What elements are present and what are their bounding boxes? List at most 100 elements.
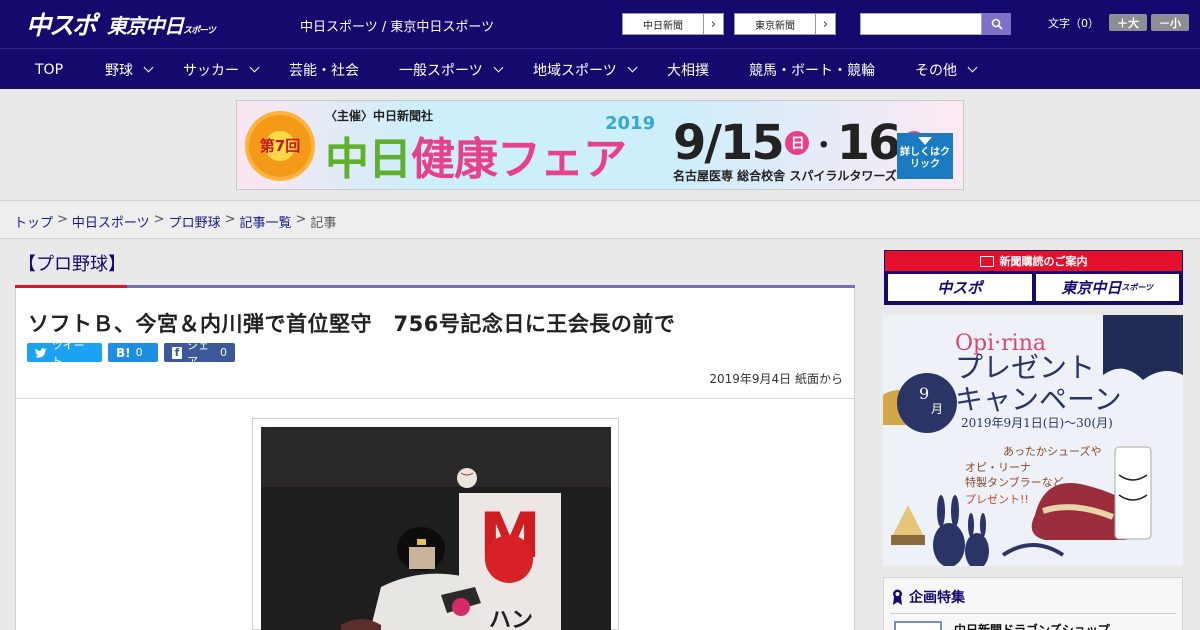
article-photo-frame: M ハン <box>252 418 619 630</box>
banner-host: 〈主催〉中日新聞社 <box>325 109 434 123</box>
ad-month: 9 <box>919 384 929 403</box>
tweet-button[interactable]: ツイート <box>27 339 102 368</box>
flower-badge-icon: 第7回 <box>245 111 315 181</box>
newspaper-icon <box>979 255 994 267</box>
facebook-icon: f <box>172 346 183 359</box>
feature-header: 企画特集 <box>892 587 965 607</box>
search-button[interactable] <box>982 13 1011 35</box>
search-icon <box>991 18 1003 30</box>
nav-item-sumo[interactable]: 大相撲 <box>667 49 709 90</box>
subscription-header: 新聞購読のご案内 <box>885 251 1182 271</box>
feature-thumbnail <box>894 621 942 630</box>
subscribe-tokyo-chunichi-button[interactable]: 東京中日 スポーツ <box>1035 274 1179 301</box>
banner-title: 中日健康フェア <box>325 134 627 185</box>
chunichi-shimbun-link[interactable]: 中日新聞 › <box>622 13 724 35</box>
ad-text-3: 特製タンブラーなど <box>965 475 1064 489</box>
top-header: 中スポ 東京中日スポーツ 中日スポーツ / 東京中日スポーツ 中日新聞 › 東京… <box>0 0 1200 48</box>
nav-item-other[interactable]: その他 <box>915 49 978 90</box>
ad-text-4: プレゼント!! <box>965 493 1029 506</box>
font-smaller-button[interactable]: －小 <box>1151 14 1189 31</box>
subscribe-chuspo-button[interactable]: 中スポ <box>888 274 1032 301</box>
breadcrumb-pro-baseball[interactable]: プロ野球 <box>169 212 221 231</box>
ribbon-badge-icon <box>893 589 902 605</box>
nav-item-top[interactable]: TOP <box>35 49 63 90</box>
facebook-share-button[interactable]: f シェア 0 <box>164 339 235 368</box>
batter-photo-illustration: M ハン <box>261 427 611 630</box>
search-form <box>860 13 1011 35</box>
feature-section: 企画特集 中日新聞ドラゴンズショップ <box>883 577 1183 630</box>
nav-item-baseball[interactable]: 野球 <box>105 49 154 90</box>
breadcrumb-current: 記事 <box>310 216 337 231</box>
category-heading: 【プロ野球】 <box>18 254 126 275</box>
site-name: 中日スポーツ / 東京中日スポーツ <box>300 20 495 35</box>
chevron-down-icon <box>967 62 978 73</box>
logo-chuspo: 中スポ <box>26 11 97 40</box>
chevron-right-icon: › <box>703 14 723 34</box>
ad-title-1: プレゼント <box>955 351 1095 384</box>
divider <box>16 398 854 399</box>
chevron-down-icon <box>627 62 638 73</box>
ad-text-1: あったかシューズや <box>1003 444 1101 458</box>
hatena-bookmark-button[interactable]: B! 0 <box>108 343 158 362</box>
nav-item-keiba[interactable]: 競馬・ボート・競輪 <box>749 49 875 90</box>
article-headline: ソフトＢ、今宮＆内川弾で首位堅守 756号記念日に王会長の前で <box>28 312 676 336</box>
feature-item-label: 中日新聞ドラゴンズショップ <box>954 623 1110 630</box>
breadcrumb-top[interactable]: トップ <box>14 212 53 231</box>
ad-month-unit: 月 <box>931 402 943 416</box>
tweet-label: ツイート <box>51 338 85 368</box>
feature-item[interactable]: 中日新聞ドラゴンズショップ <box>894 621 1110 630</box>
nav-label: 野球 <box>105 62 133 79</box>
subscription-box: 新聞購読のご案内 中スポ 東京中日 スポーツ <box>884 250 1183 305</box>
social-share-bar: ツイート B! 0 f シェア 0 <box>27 339 235 368</box>
banner-year: 2019 <box>605 113 656 134</box>
breadcrumb-bar: トップ > 中日スポーツ > プロ野球 > 記事一覧 > 記事 <box>0 200 1200 239</box>
chevron-down-icon <box>493 62 504 73</box>
site-logo[interactable]: 中スポ 東京中日スポーツ <box>26 9 216 40</box>
nav-label: サッカー <box>183 62 239 79</box>
banner-cta-button[interactable]: 詳しくはクリック <box>897 133 953 179</box>
feature-title: 企画特集 <box>909 590 965 606</box>
nav-item-general-sports[interactable]: 一般スポーツ <box>399 49 504 90</box>
main-nav: TOP 野球 サッカー 芸能・社会 一般スポーツ 地域スポーツ 大相撲 競馬・ボ… <box>0 48 1200 89</box>
chevron-down-icon <box>249 62 260 73</box>
share-count: 0 <box>220 346 227 359</box>
subscription-title: 新聞購読のご案内 <box>999 255 1088 268</box>
article-date: 2019年9月4日 紙面から <box>709 372 843 386</box>
ad-period: 2019年9月1日(日)〜30(月) <box>961 416 1113 430</box>
font-size-label: 文字（0） <box>1048 16 1099 30</box>
font-size-control: 文字（0） ＋大 －小 <box>1048 14 1189 31</box>
opirina-campaign-ad[interactable]: Opi·rina プレゼント キャンペーン 9 月 2019年9月1日(日)〜3… <box>883 315 1183 566</box>
breadcrumb-separator: > <box>57 212 68 227</box>
breadcrumb-chunichi-sports[interactable]: 中日スポーツ <box>72 212 150 231</box>
breadcrumb-separator: > <box>153 212 165 227</box>
nav-label: 一般スポーツ <box>399 62 483 79</box>
ad-text-2: オピ・リーナ <box>965 461 1031 474</box>
tokyo-shimbun-link[interactable]: 東京新聞 › <box>734 13 836 35</box>
hatena-count: 0 <box>135 346 143 359</box>
nav-label: 大相撲 <box>667 62 709 79</box>
nav-item-entertainment[interactable]: 芸能・社会 <box>289 49 359 90</box>
nav-label: 芸能・社会 <box>289 62 359 79</box>
chevron-right-icon: › <box>815 14 835 34</box>
chevron-down-icon <box>143 62 154 73</box>
nav-item-soccer[interactable]: サッカー <box>183 49 260 90</box>
divider <box>890 613 1176 614</box>
article-photo[interactable]: M ハン <box>261 427 611 630</box>
ad-artwork: Opi·rina プレゼント キャンペーン 9 月 2019年9月1日(日)〜3… <box>883 315 1183 566</box>
nav-item-local-sports[interactable]: 地域スポーツ <box>533 49 638 90</box>
search-input[interactable] <box>860 13 982 35</box>
share-label: シェア <box>187 338 210 368</box>
nav-label: 競馬・ボート・競輪 <box>749 62 875 79</box>
health-fair-banner[interactable]: 第7回 〈主催〉中日新聞社 中日健康フェア 2019 9/15 日 ・ 16 祝… <box>236 100 964 190</box>
breadcrumb-article-list[interactable]: 記事一覧 <box>240 212 292 231</box>
subscription-buttons: 中スポ 東京中日 スポーツ <box>885 271 1182 304</box>
nav-label: 地域スポーツ <box>533 62 617 79</box>
tokyo-shimbun-label: 東京新聞 <box>755 20 795 32</box>
twitter-bird-icon <box>35 347 47 358</box>
breadcrumb: トップ > 中日スポーツ > プロ野球 > 記事一覧 > 記事 <box>14 212 336 231</box>
nav-label: TOP <box>35 61 64 78</box>
photo-sign-sub: ハン <box>489 608 533 630</box>
banner-date: 9/15 日 ・ 16 祝 <box>673 115 926 171</box>
banner-badge: 第7回 <box>259 137 301 155</box>
font-larger-button[interactable]: ＋大 <box>1109 14 1147 31</box>
